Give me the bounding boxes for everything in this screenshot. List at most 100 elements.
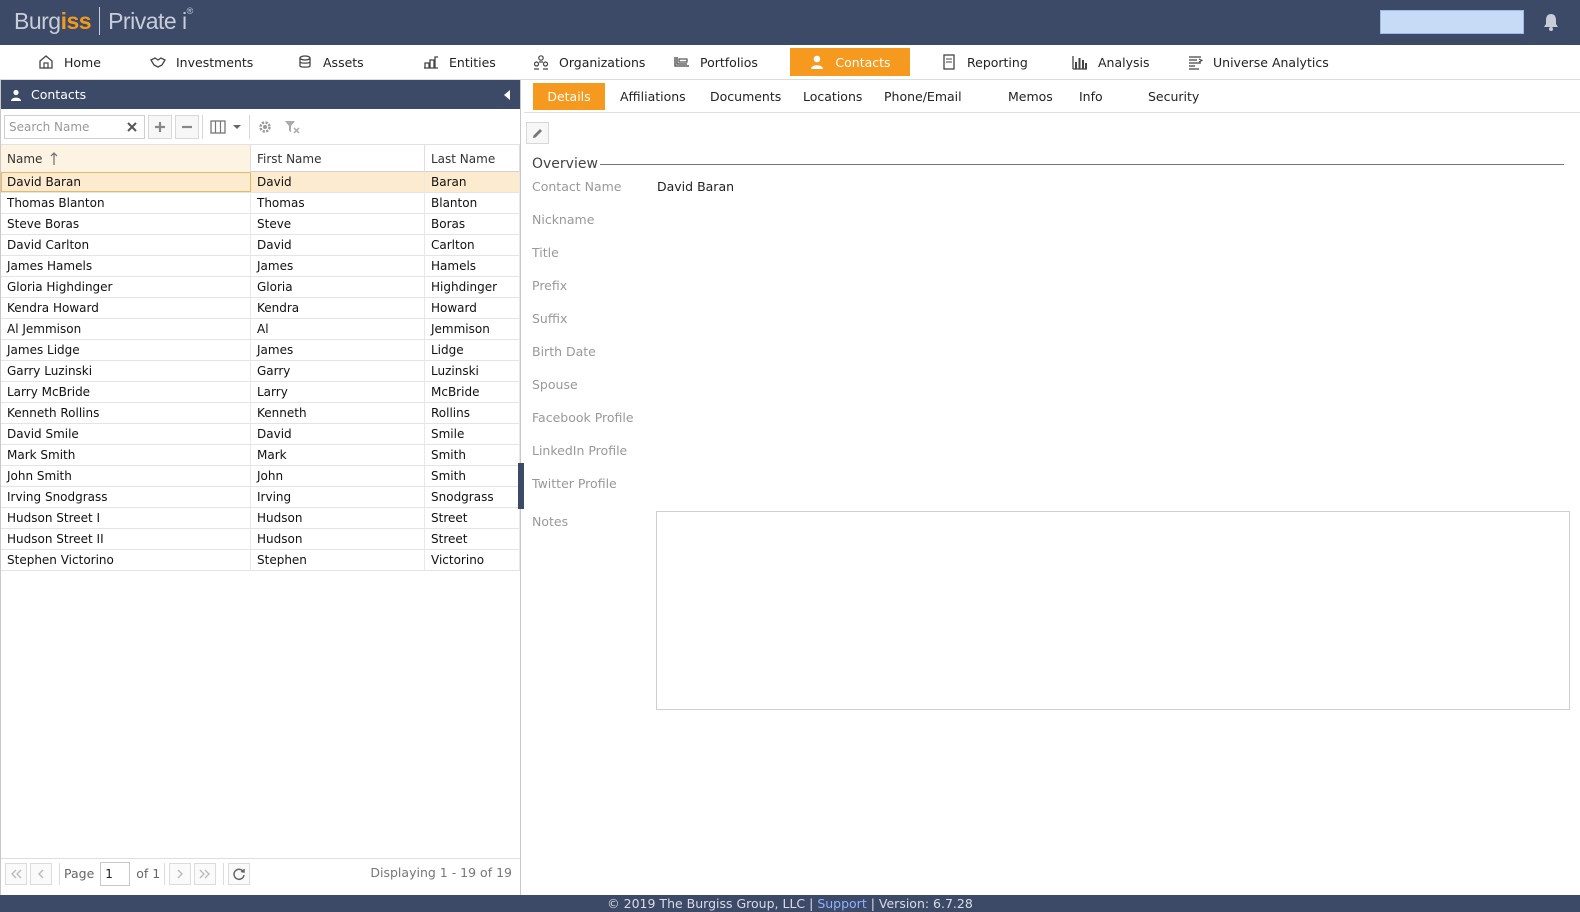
column-header-name[interactable]: Name bbox=[1, 145, 251, 172]
tab-details[interactable]: Details bbox=[533, 83, 605, 110]
footer-version: | Version: 6.7.28 bbox=[870, 896, 973, 911]
table-row[interactable]: Garry Luzinski Garry Luzinski bbox=[1, 361, 520, 382]
cell-first-name: John bbox=[251, 466, 425, 486]
refresh-button[interactable] bbox=[228, 862, 251, 885]
table-row[interactable]: Kenneth Rollins Kenneth Rollins bbox=[1, 403, 520, 424]
table-row[interactable]: Steve Boras Steve Boras bbox=[1, 214, 520, 235]
nav-universe-analytics[interactable]: Universe Analytics bbox=[1187, 48, 1329, 76]
page-number-input[interactable] bbox=[100, 861, 131, 886]
logo-text-iss: iss bbox=[60, 7, 92, 34]
cell-last-name: Highdinger bbox=[425, 277, 520, 297]
tab-phone-email[interactable]: Phone/Email bbox=[884, 83, 962, 110]
nav-organizations[interactable]: Organizations bbox=[533, 48, 645, 76]
nav-analysis-label: Analysis bbox=[1098, 54, 1150, 70]
cell-name: John Smith bbox=[1, 466, 251, 486]
pencil-icon bbox=[533, 128, 542, 138]
nav-contacts[interactable]: Contacts bbox=[790, 48, 910, 76]
plus-icon bbox=[155, 121, 165, 132]
tab-documents[interactable]: Documents bbox=[710, 83, 781, 110]
bar-chart-icon bbox=[1072, 56, 1087, 70]
column-header-last-name[interactable]: Last Name bbox=[425, 145, 520, 172]
column-header-first-name[interactable]: First Name bbox=[251, 145, 425, 172]
collapse-panel-icon[interactable] bbox=[504, 90, 510, 100]
cell-last-name: Smith bbox=[425, 445, 520, 465]
table-row[interactable]: James Hamels James Hamels bbox=[1, 256, 520, 277]
cell-first-name: Stephen bbox=[251, 550, 425, 570]
field-label-suffix: Suffix bbox=[532, 311, 568, 326]
tab-security[interactable]: Security bbox=[1148, 83, 1199, 110]
field-label-contact-name: Contact Name bbox=[532, 179, 622, 194]
settings-button[interactable] bbox=[253, 115, 277, 139]
nav-analysis[interactable]: Analysis bbox=[1072, 48, 1150, 76]
pager-separator bbox=[164, 862, 166, 885]
table-row[interactable]: Hudson Street II Hudson Street bbox=[1, 529, 520, 550]
tab-info[interactable]: Info bbox=[1079, 83, 1103, 110]
notes-textarea[interactable] bbox=[656, 511, 1570, 710]
first-page-button[interactable] bbox=[5, 862, 27, 885]
analytics-icon bbox=[1189, 56, 1203, 70]
tab-affiliations[interactable]: Affiliations bbox=[620, 83, 686, 110]
table-row[interactable]: Irving Snodgrass Irving Snodgrass bbox=[1, 487, 520, 508]
table-row[interactable]: John Smith John Smith bbox=[1, 466, 520, 487]
cell-last-name: Snodgrass bbox=[425, 487, 520, 507]
table-row[interactable]: Larry McBride Larry McBride bbox=[1, 382, 520, 403]
portfolio-icon bbox=[674, 57, 689, 67]
columns-menu-button[interactable] bbox=[206, 115, 246, 139]
nav-assets[interactable]: Assets bbox=[297, 48, 364, 76]
cell-first-name: David bbox=[251, 172, 425, 192]
prev-page-button[interactable] bbox=[30, 862, 52, 885]
table-row[interactable]: David Carlton David Carlton bbox=[1, 235, 520, 256]
tab-locations[interactable]: Locations bbox=[803, 83, 862, 110]
nav-home[interactable]: Home bbox=[38, 48, 101, 76]
cell-name: Irving Snodgrass bbox=[1, 487, 251, 507]
bell-icon[interactable] bbox=[1541, 12, 1561, 32]
cell-first-name: Kendra bbox=[251, 298, 425, 318]
contacts-panel-header: Contacts bbox=[1, 80, 520, 109]
table-row[interactable]: Mark Smith Mark Smith bbox=[1, 445, 520, 466]
table-row[interactable]: Thomas Blanton Thomas Blanton bbox=[1, 193, 520, 214]
cell-last-name: Luzinski bbox=[425, 361, 520, 381]
search-name-input[interactable] bbox=[9, 119, 121, 134]
table-row[interactable]: David Smile David Smile bbox=[1, 424, 520, 445]
next-page-button[interactable] bbox=[169, 862, 192, 885]
tab-security-label: Security bbox=[1148, 89, 1200, 104]
cell-last-name: Carlton bbox=[425, 235, 520, 255]
user-icon bbox=[11, 89, 21, 101]
table-row[interactable]: James Lidge James Lidge bbox=[1, 340, 520, 361]
tab-phone-email-label: Phone/Email bbox=[884, 89, 962, 104]
table-row[interactable]: Stephen Victorino Stephen Victorino bbox=[1, 550, 520, 571]
tab-memos[interactable]: Memos bbox=[1008, 83, 1053, 110]
table-row[interactable]: Hudson Street I Hudson Street bbox=[1, 508, 520, 529]
table-row[interactable]: Kendra Howard Kendra Howard bbox=[1, 298, 520, 319]
nav-investments[interactable]: Investments bbox=[150, 48, 253, 76]
field-label-linkedin-profile: LinkedIn Profile bbox=[532, 443, 628, 458]
nav-entities[interactable]: Entities bbox=[423, 48, 496, 76]
page-count-label: of 1 bbox=[136, 866, 161, 881]
edit-button[interactable] bbox=[526, 122, 549, 144]
support-link[interactable]: Support bbox=[817, 896, 866, 911]
table-row[interactable]: David Baran David Baran bbox=[1, 172, 520, 193]
nav-organizations-label: Organizations bbox=[559, 54, 646, 70]
global-search-input[interactable] bbox=[1380, 10, 1524, 34]
cell-last-name: Smile bbox=[425, 424, 520, 444]
last-page-button[interactable] bbox=[194, 862, 217, 885]
cell-last-name: Lidge bbox=[425, 340, 520, 360]
clear-search-icon[interactable] bbox=[126, 121, 138, 133]
contacts-grid-header: Name First Name Last Name bbox=[1, 145, 520, 172]
column-header-last-name-label: Last Name bbox=[431, 151, 496, 166]
contact-detail-panel: Details Affiliations Documents Locations… bbox=[524, 80, 1580, 895]
table-row[interactable]: Gloria Highdinger Gloria Highdinger bbox=[1, 277, 520, 298]
remove-contact-button[interactable] bbox=[175, 114, 199, 139]
home-icon bbox=[39, 55, 53, 69]
add-contact-button[interactable] bbox=[148, 114, 172, 139]
clear-filter-button[interactable] bbox=[280, 115, 304, 139]
nav-reporting[interactable]: Reporting bbox=[941, 48, 1028, 76]
field-label-facebook-profile: Facebook Profile bbox=[532, 410, 634, 425]
burgiss-logo[interactable]: Burg iss Private i ® bbox=[14, 3, 193, 39]
cell-first-name: David bbox=[251, 424, 425, 444]
nav-investments-label: Investments bbox=[176, 54, 254, 70]
nav-portfolios[interactable]: Portfolios bbox=[674, 48, 758, 76]
search-name-box bbox=[4, 114, 145, 139]
toolbar-separator bbox=[249, 114, 250, 139]
table-row[interactable]: Al Jemmison Al Jemmison bbox=[1, 319, 520, 340]
